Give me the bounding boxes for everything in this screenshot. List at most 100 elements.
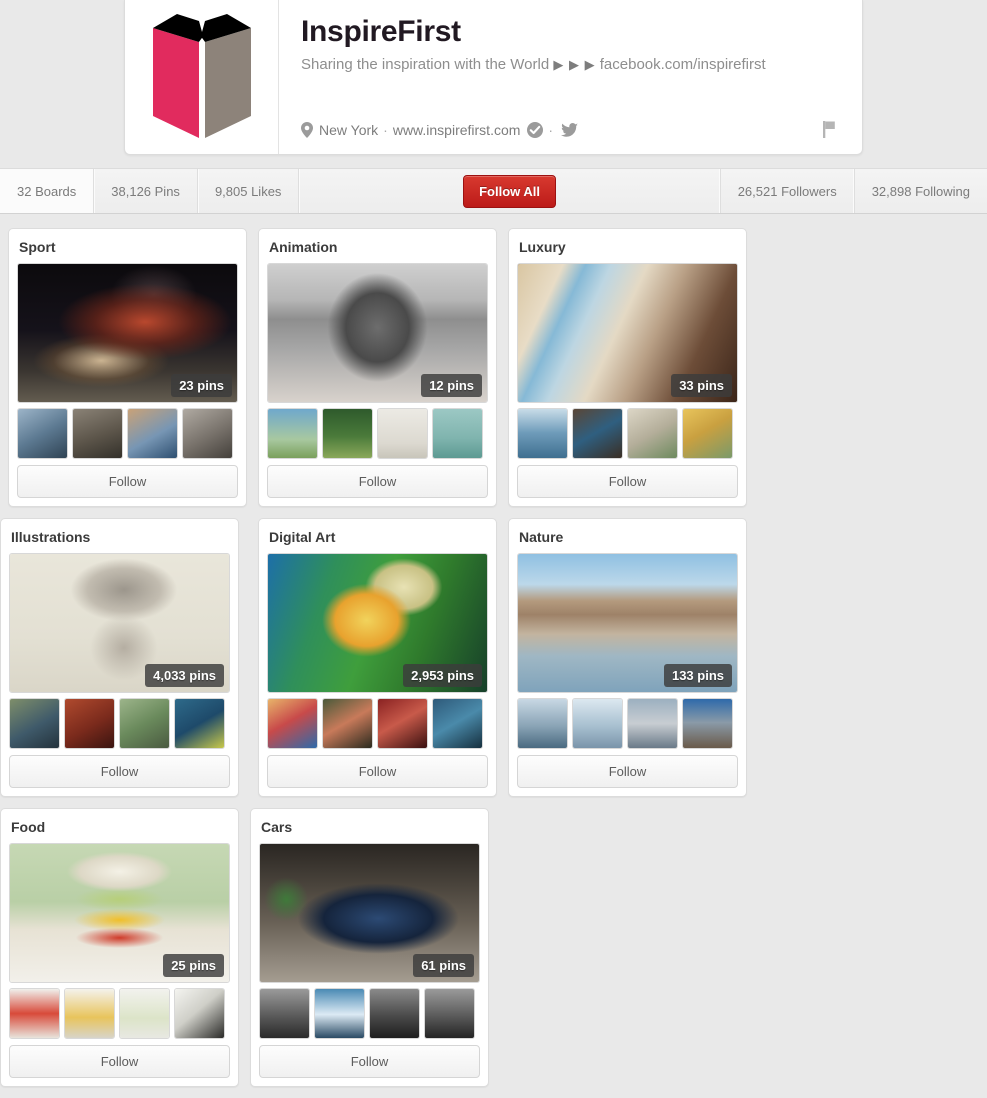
thumb-luxury-3[interactable] — [627, 408, 678, 459]
thumb-sport-1[interactable] — [17, 408, 68, 459]
thumb-sport-2[interactable] — [72, 408, 123, 459]
thumb-food-1[interactable] — [9, 988, 60, 1039]
board-thumbnail-strip — [9, 988, 230, 1039]
thumbnail-image — [120, 699, 169, 748]
thumbnail-image — [323, 409, 372, 458]
thumbnail-image — [65, 699, 114, 748]
thumb-digital-art-2[interactable] — [322, 698, 373, 749]
thumb-food-4[interactable] — [174, 988, 225, 1039]
thumbnail-image — [315, 989, 364, 1038]
board-title[interactable]: Digital Art — [267, 527, 488, 553]
thumb-luxury-4[interactable] — [682, 408, 733, 459]
thumb-sport-4[interactable] — [182, 408, 233, 459]
board-follow-button[interactable]: Follow — [517, 465, 738, 498]
map-pin-icon — [301, 122, 313, 138]
thumb-animation-2[interactable] — [322, 408, 373, 459]
board-cover-cars[interactable]: 61 pins — [259, 843, 480, 983]
board-title[interactable]: Luxury — [517, 237, 738, 263]
tagline-text: Sharing the inspiration with the World — [301, 56, 550, 73]
thumb-animation-1[interactable] — [267, 408, 318, 459]
stat-followers[interactable]: 26,521 Followers — [719, 169, 854, 213]
board-follow-button[interactable]: Follow — [267, 755, 488, 788]
thumb-cars-3[interactable] — [369, 988, 420, 1039]
board-follow-button[interactable]: Follow — [9, 755, 230, 788]
thumbnail-image — [73, 409, 122, 458]
board-card: Animation 12 pins Follow — [258, 228, 497, 507]
thumb-animation-3[interactable] — [377, 408, 428, 459]
thumb-digital-art-1[interactable] — [267, 698, 318, 749]
board-title[interactable]: Animation — [267, 237, 488, 263]
board-thumbnail-strip — [259, 988, 480, 1039]
thumb-illustrations-3[interactable] — [119, 698, 170, 749]
thumbnail-image — [573, 699, 622, 748]
thumb-cars-1[interactable] — [259, 988, 310, 1039]
profile-logo-pane — [125, 0, 279, 154]
play-arrows-icon: ▶ ▶ ▶ — [553, 57, 596, 72]
board-title[interactable]: Sport — [17, 237, 238, 263]
flag-icon — [823, 121, 835, 138]
board-title[interactable]: Illustrations — [9, 527, 230, 553]
twitter-bird-icon[interactable] — [561, 122, 579, 138]
follow-all-button[interactable]: Follow All — [463, 174, 557, 208]
board-follow-button[interactable]: Follow — [17, 465, 238, 498]
thumb-luxury-2[interactable] — [572, 408, 623, 459]
board-title[interactable]: Food — [9, 817, 230, 843]
thumb-sport-3[interactable] — [127, 408, 178, 459]
thumb-animation-4[interactable] — [432, 408, 483, 459]
stat-boards[interactable]: 32 Boards — [0, 169, 95, 213]
board-title[interactable]: Cars — [259, 817, 480, 843]
thumbnail-image — [10, 989, 59, 1038]
thumb-nature-2[interactable] — [572, 698, 623, 749]
board-thumbnail-strip — [517, 698, 738, 749]
thumb-cars-2[interactable] — [314, 988, 365, 1039]
thumb-digital-art-4[interactable] — [432, 698, 483, 749]
tagline-link: facebook.com/inspirefirst — [599, 56, 766, 73]
thumbnail-image — [268, 409, 317, 458]
thumb-cars-4[interactable] — [424, 988, 475, 1039]
board-follow-button[interactable]: Follow — [9, 1045, 230, 1078]
thumb-illustrations-2[interactable] — [64, 698, 115, 749]
profile-tagline: Sharing the inspiration with the World ▶… — [301, 55, 844, 75]
stat-likes[interactable]: 9,805 Likes — [198, 169, 300, 213]
board-cover-animation[interactable]: 12 pins — [267, 263, 488, 403]
stat-following[interactable]: 32,898 Following — [853, 169, 987, 213]
board-cover-food[interactable]: 25 pins — [9, 843, 230, 983]
thumbnail-image — [175, 989, 224, 1038]
board-follow-button[interactable]: Follow — [517, 755, 738, 788]
thumb-illustrations-1[interactable] — [9, 698, 60, 749]
board-cover-digital-art[interactable]: 2,953 pins — [267, 553, 488, 693]
stat-pins[interactable]: 38,126 Pins — [94, 169, 198, 213]
board-follow-button[interactable]: Follow — [259, 1045, 480, 1078]
thumb-illustrations-4[interactable] — [174, 698, 225, 749]
thumb-nature-3[interactable] — [627, 698, 678, 749]
pin-count-badge: 4,033 pins — [145, 664, 224, 687]
board-cover-sport[interactable]: 23 pins — [17, 263, 238, 403]
board-card: Nature 133 pins Follow — [508, 518, 747, 797]
thumbnail-image — [628, 409, 677, 458]
thumbnail-image — [683, 409, 732, 458]
board-cover-illustrations[interactable]: 4,033 pins — [9, 553, 230, 693]
board-title[interactable]: Nature — [517, 527, 738, 553]
thumb-luxury-1[interactable] — [517, 408, 568, 459]
board-cover-luxury[interactable]: 33 pins — [517, 263, 738, 403]
thumb-nature-4[interactable] — [682, 698, 733, 749]
board-cover-nature[interactable]: 133 pins — [517, 553, 738, 693]
board-thumbnail-strip — [267, 408, 488, 459]
thumb-food-2[interactable] — [64, 988, 115, 1039]
profile-website-link[interactable]: www.inspirefirst.com — [393, 122, 521, 138]
stats-center-area: Follow All — [299, 169, 719, 213]
report-flag-button[interactable] — [823, 121, 838, 138]
profile-location: New York — [319, 122, 379, 138]
thumbnail-image — [433, 699, 482, 748]
profile-header-card: InspireFirst Sharing the inspiration wit… — [124, 0, 863, 155]
thumb-food-3[interactable] — [119, 988, 170, 1039]
thumbnail-image — [323, 699, 372, 748]
pin-count-badge: 23 pins — [171, 374, 232, 397]
thumbnail-image — [268, 699, 317, 748]
thumbnail-image — [128, 409, 177, 458]
boards-grid: Sport 23 pins Follow Animation 12 pins Follow… — [0, 228, 987, 1098]
thumb-digital-art-3[interactable] — [377, 698, 428, 749]
pin-count-badge: 33 pins — [671, 374, 732, 397]
board-follow-button[interactable]: Follow — [267, 465, 488, 498]
thumb-nature-1[interactable] — [517, 698, 568, 749]
